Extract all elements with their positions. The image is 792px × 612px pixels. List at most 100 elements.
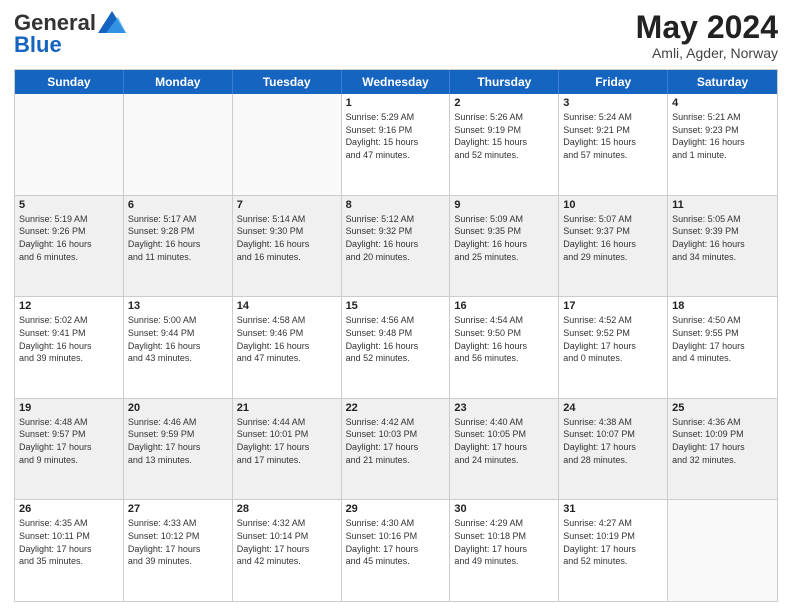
cell-info: Sunrise: 5:09 AM Sunset: 9:35 PM Dayligh…	[454, 213, 554, 263]
cell-info: Sunrise: 4:38 AM Sunset: 10:07 PM Daylig…	[563, 416, 663, 466]
day-number: 24	[563, 402, 663, 414]
day-number: 2	[454, 97, 554, 109]
calendar-cell-r3-c5: 24 Sunrise: 4:38 AM Sunset: 10:07 PM Dayl…	[559, 399, 668, 500]
day-number: 25	[672, 402, 773, 414]
calendar-cell-r3-c0: 19 Sunrise: 4:48 AM Sunset: 9:57 PM Dayli…	[15, 399, 124, 500]
calendar-cell-r0-c0	[15, 94, 124, 195]
header-thursday: Thursday	[450, 70, 559, 94]
day-number: 13	[128, 300, 228, 312]
day-number: 7	[237, 199, 337, 211]
cell-info: Sunrise: 5:26 AM Sunset: 9:19 PM Dayligh…	[454, 111, 554, 161]
calendar-cell-r4-c5: 31 Sunrise: 4:27 AM Sunset: 10:19 PM Dayl…	[559, 500, 668, 601]
cell-info: Sunrise: 4:27 AM Sunset: 10:19 PM Daylig…	[563, 517, 663, 567]
day-number: 11	[672, 199, 773, 211]
calendar-cell-r4-c6	[668, 500, 777, 601]
calendar-cell-r0-c2	[233, 94, 342, 195]
cell-info: Sunrise: 5:02 AM Sunset: 9:41 PM Dayligh…	[19, 314, 119, 364]
day-number: 18	[672, 300, 773, 312]
cell-info: Sunrise: 5:07 AM Sunset: 9:37 PM Dayligh…	[563, 213, 663, 263]
day-number: 5	[19, 199, 119, 211]
cell-info: Sunrise: 4:42 AM Sunset: 10:03 PM Daylig…	[346, 416, 446, 466]
calendar-cell-r0-c4: 2 Sunrise: 5:26 AM Sunset: 9:19 PM Daylig…	[450, 94, 559, 195]
cell-info: Sunrise: 5:17 AM Sunset: 9:28 PM Dayligh…	[128, 213, 228, 263]
calendar-cell-r1-c3: 8 Sunrise: 5:12 AM Sunset: 9:32 PM Daylig…	[342, 196, 451, 297]
header-wednesday: Wednesday	[342, 70, 451, 94]
day-number: 20	[128, 402, 228, 414]
day-number: 26	[19, 503, 119, 515]
cell-info: Sunrise: 4:33 AM Sunset: 10:12 PM Daylig…	[128, 517, 228, 567]
cell-info: Sunrise: 4:58 AM Sunset: 9:46 PM Dayligh…	[237, 314, 337, 364]
calendar-cell-r1-c2: 7 Sunrise: 5:14 AM Sunset: 9:30 PM Daylig…	[233, 196, 342, 297]
cell-info: Sunrise: 4:46 AM Sunset: 9:59 PM Dayligh…	[128, 416, 228, 466]
logo: General Blue	[14, 10, 126, 58]
month-year: May 2024	[636, 10, 778, 45]
calendar-body: 1Sunrise: 5:29 AM Sunset: 9:16 PM Daylig…	[15, 94, 777, 601]
calendar-cell-r1-c5: 10Sunrise: 5:07 AM Sunset: 9:37 PM Dayli…	[559, 196, 668, 297]
cell-info: Sunrise: 4:56 AM Sunset: 9:48 PM Dayligh…	[346, 314, 446, 364]
day-number: 23	[454, 402, 554, 414]
calendar-cell-r0-c6: 4Sunrise: 5:21 AM Sunset: 9:23 PM Daylig…	[668, 94, 777, 195]
day-number: 6	[128, 199, 228, 211]
calendar-header: Sunday Monday Tuesday Wednesday Thursday…	[15, 70, 777, 94]
cell-info: Sunrise: 4:54 AM Sunset: 9:50 PM Dayligh…	[454, 314, 554, 364]
calendar-cell-r1-c1: 6 Sunrise: 5:17 AM Sunset: 9:28 PM Daylig…	[124, 196, 233, 297]
header-saturday: Saturday	[668, 70, 777, 94]
page: General Blue May 2024 Amli, Agder, Norwa…	[0, 0, 792, 612]
calendar: Sunday Monday Tuesday Wednesday Thursday…	[14, 69, 778, 602]
calendar-cell-r2-c6: 18Sunrise: 4:50 AM Sunset: 9:55 PM Dayli…	[668, 297, 777, 398]
header-sunday: Sunday	[15, 70, 124, 94]
day-number: 15	[346, 300, 446, 312]
day-number: 21	[237, 402, 337, 414]
cell-info: Sunrise: 4:29 AM Sunset: 10:18 PM Daylig…	[454, 517, 554, 567]
day-number: 8	[346, 199, 446, 211]
header-friday: Friday	[559, 70, 668, 94]
calendar-cell-r4-c0: 26 Sunrise: 4:35 AM Sunset: 10:11 PM Dayl…	[15, 500, 124, 601]
cell-info: Sunrise: 5:05 AM Sunset: 9:39 PM Dayligh…	[672, 213, 773, 263]
cell-info: Sunrise: 4:36 AM Sunset: 10:09 PM Daylig…	[672, 416, 773, 466]
calendar-cell-r2-c4: 16 Sunrise: 4:54 AM Sunset: 9:50 PM Dayli…	[450, 297, 559, 398]
calendar-row-2: 12 Sunrise: 5:02 AM Sunset: 9:41 PM Dayli…	[15, 297, 777, 399]
day-number: 17	[563, 300, 663, 312]
calendar-cell-r1-c4: 9Sunrise: 5:09 AM Sunset: 9:35 PM Daylig…	[450, 196, 559, 297]
cell-info: Sunrise: 4:35 AM Sunset: 10:11 PM Daylig…	[19, 517, 119, 567]
cell-info: Sunrise: 4:32 AM Sunset: 10:14 PM Daylig…	[237, 517, 337, 567]
day-number: 12	[19, 300, 119, 312]
calendar-cell-r3-c4: 23Sunrise: 4:40 AM Sunset: 10:05 PM Dayl…	[450, 399, 559, 500]
calendar-cell-r4-c1: 27 Sunrise: 4:33 AM Sunset: 10:12 PM Dayl…	[124, 500, 233, 601]
cell-info: Sunrise: 5:12 AM Sunset: 9:32 PM Dayligh…	[346, 213, 446, 263]
day-number: 31	[563, 503, 663, 515]
day-number: 16	[454, 300, 554, 312]
calendar-cell-r2-c2: 14 Sunrise: 4:58 AM Sunset: 9:46 PM Dayli…	[233, 297, 342, 398]
cell-info: Sunrise: 5:29 AM Sunset: 9:16 PM Dayligh…	[346, 111, 446, 161]
cell-info: Sunrise: 5:19 AM Sunset: 9:26 PM Dayligh…	[19, 213, 119, 263]
cell-info: Sunrise: 5:00 AM Sunset: 9:44 PM Dayligh…	[128, 314, 228, 364]
day-number: 3	[563, 97, 663, 109]
cell-info: Sunrise: 5:14 AM Sunset: 9:30 PM Dayligh…	[237, 213, 337, 263]
cell-info: Sunrise: 4:48 AM Sunset: 9:57 PM Dayligh…	[19, 416, 119, 466]
day-number: 19	[19, 402, 119, 414]
calendar-cell-r4-c3: 29Sunrise: 4:30 AM Sunset: 10:16 PM Dayl…	[342, 500, 451, 601]
day-number: 29	[346, 503, 446, 515]
location: Amli, Agder, Norway	[636, 45, 778, 61]
header: General Blue May 2024 Amli, Agder, Norwa…	[14, 10, 778, 61]
calendar-row-1: 5 Sunrise: 5:19 AM Sunset: 9:26 PM Daylig…	[15, 196, 777, 298]
day-number: 30	[454, 503, 554, 515]
calendar-cell-r2-c5: 17 Sunrise: 4:52 AM Sunset: 9:52 PM Dayli…	[559, 297, 668, 398]
calendar-cell-r2-c3: 15 Sunrise: 4:56 AM Sunset: 9:48 PM Dayli…	[342, 297, 451, 398]
calendar-row-3: 19 Sunrise: 4:48 AM Sunset: 9:57 PM Dayli…	[15, 399, 777, 501]
header-monday: Monday	[124, 70, 233, 94]
calendar-cell-r3-c1: 20 Sunrise: 4:46 AM Sunset: 9:59 PM Dayli…	[124, 399, 233, 500]
calendar-cell-r3-c6: 25 Sunrise: 4:36 AM Sunset: 10:09 PM Dayl…	[668, 399, 777, 500]
calendar-cell-r1-c0: 5 Sunrise: 5:19 AM Sunset: 9:26 PM Daylig…	[15, 196, 124, 297]
calendar-row-4: 26 Sunrise: 4:35 AM Sunset: 10:11 PM Dayl…	[15, 500, 777, 601]
calendar-cell-r1-c6: 11 Sunrise: 5:05 AM Sunset: 9:39 PM Dayli…	[668, 196, 777, 297]
day-number: 14	[237, 300, 337, 312]
calendar-cell-r3-c3: 22 Sunrise: 4:42 AM Sunset: 10:03 PM Dayl…	[342, 399, 451, 500]
day-number: 27	[128, 503, 228, 515]
day-number: 22	[346, 402, 446, 414]
calendar-cell-r0-c1	[124, 94, 233, 195]
logo-icon	[98, 11, 126, 33]
calendar-cell-r0-c5: 3Sunrise: 5:24 AM Sunset: 9:21 PM Daylig…	[559, 94, 668, 195]
cell-info: Sunrise: 4:52 AM Sunset: 9:52 PM Dayligh…	[563, 314, 663, 364]
calendar-cell-r2-c0: 12 Sunrise: 5:02 AM Sunset: 9:41 PM Dayli…	[15, 297, 124, 398]
